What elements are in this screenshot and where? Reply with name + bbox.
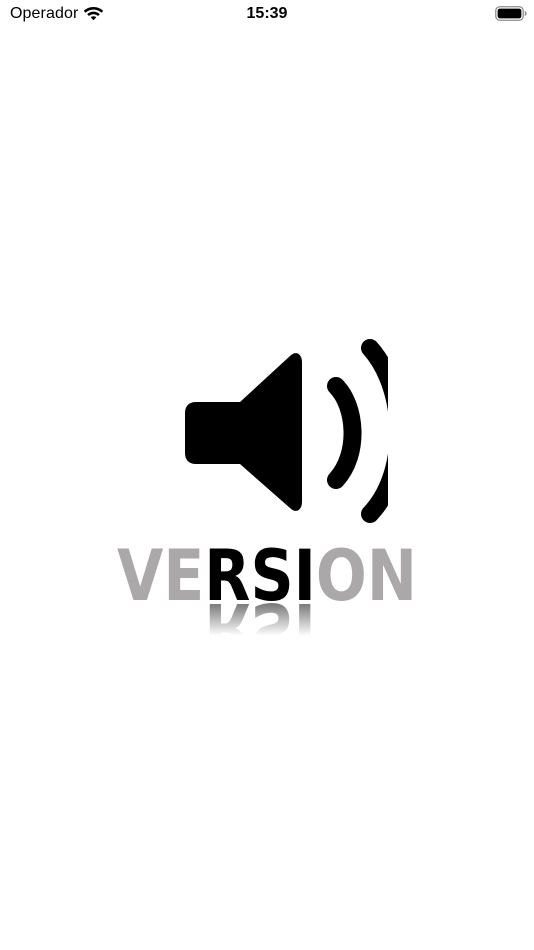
app-logo: VERSION VERSION bbox=[112, 336, 422, 636]
status-time: 15:39 bbox=[246, 5, 288, 22]
logo-wordmark: VERSION VERSION bbox=[112, 532, 422, 636]
battery-icon bbox=[495, 6, 527, 21]
speaker-volume-icon bbox=[185, 339, 388, 523]
status-bar: Operador 15:39 bbox=[0, 0, 534, 30]
